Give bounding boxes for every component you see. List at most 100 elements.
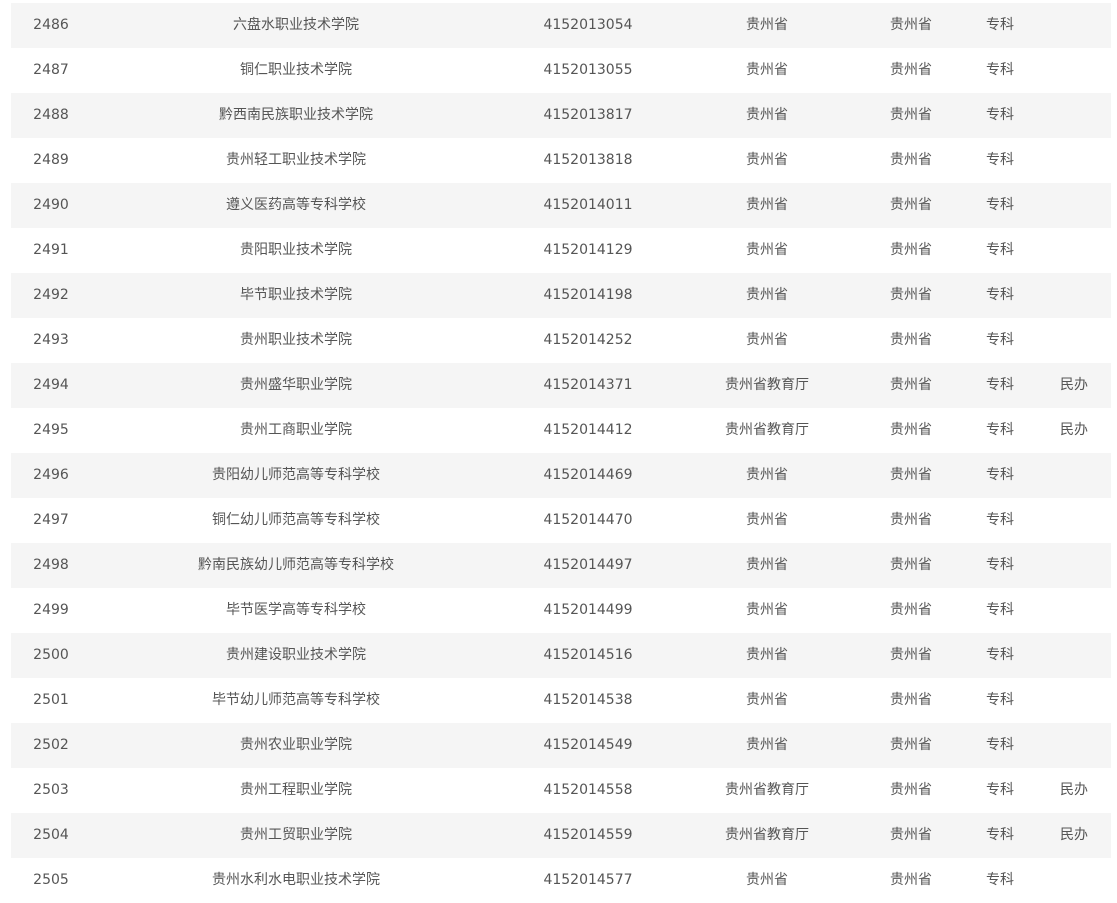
school-name: 六盘水职业技术学院 [233, 17, 359, 33]
authority: 贵州省 [746, 647, 788, 663]
school-code: 4152014516 [543, 647, 633, 663]
authority: 贵州省 [746, 692, 788, 708]
school-name: 贵阳幼儿师范高等专科学校 [212, 467, 380, 483]
school-name: 贵州工程职业学院 [240, 782, 352, 798]
table-row: 2503 贵州工程职业学院 4152014558 贵州省教育厅 贵州省 专科 民办 [11, 768, 1111, 813]
table-row: 2489 贵州轻工职业技术学院 4152013818 贵州省 贵州省 专科 [11, 138, 1111, 183]
location: 贵州省 [890, 827, 932, 843]
row-index: 2505 [33, 872, 69, 888]
authority: 贵州省 [746, 332, 788, 348]
school-table: 2486 六盘水职业技术学院 4152013054 贵州省 贵州省 专科 2487 铜仁职业技… [11, 3, 1111, 903]
remarks: 民办 [1060, 377, 1088, 393]
location: 贵州省 [890, 152, 932, 168]
authority: 贵州省 [746, 602, 788, 618]
school-code: 4152014558 [543, 782, 633, 798]
education-level: 专科 [986, 827, 1014, 843]
table-row: 2501 毕节幼儿师范高等专科学校 4152014538 贵州省 贵州省 专科 [11, 678, 1111, 723]
location: 贵州省 [890, 737, 932, 753]
school-code: 4152014577 [543, 872, 633, 888]
education-level: 专科 [986, 17, 1014, 33]
authority: 贵州省 [746, 737, 788, 753]
location: 贵州省 [890, 62, 932, 78]
authority: 贵州省教育厅 [725, 422, 809, 438]
location: 贵州省 [890, 197, 932, 213]
school-name: 贵州工商职业学院 [240, 422, 352, 438]
authority: 贵州省 [746, 107, 788, 123]
education-level: 专科 [986, 422, 1014, 438]
education-level: 专科 [986, 242, 1014, 258]
school-name: 贵州水利水电职业技术学院 [212, 872, 380, 888]
school-name: 铜仁职业技术学院 [240, 62, 352, 78]
authority: 贵州省 [746, 17, 788, 33]
row-index: 2503 [33, 782, 69, 798]
row-index: 2496 [33, 467, 69, 483]
location: 贵州省 [890, 377, 932, 393]
authority: 贵州省 [746, 287, 788, 303]
location: 贵州省 [890, 872, 932, 888]
table-row: 2505 贵州水利水电职业技术学院 4152014577 贵州省 贵州省 专科 [11, 858, 1111, 903]
location: 贵州省 [890, 242, 932, 258]
location: 贵州省 [890, 287, 932, 303]
location: 贵州省 [890, 467, 932, 483]
education-level: 专科 [986, 872, 1014, 888]
authority: 贵州省教育厅 [725, 782, 809, 798]
school-name: 黔西南民族职业技术学院 [219, 107, 373, 123]
authority: 贵州省 [746, 467, 788, 483]
row-index: 2494 [33, 377, 69, 393]
education-level: 专科 [986, 332, 1014, 348]
school-code: 4152014412 [543, 422, 633, 438]
table-row: 2496 贵阳幼儿师范高等专科学校 4152014469 贵州省 贵州省 专科 [11, 453, 1111, 498]
school-name: 贵州工贸职业学院 [240, 827, 352, 843]
authority: 贵州省 [746, 62, 788, 78]
education-level: 专科 [986, 782, 1014, 798]
location: 贵州省 [890, 512, 932, 528]
row-index: 2502 [33, 737, 69, 753]
location: 贵州省 [890, 647, 932, 663]
school-code: 4152013054 [543, 17, 633, 33]
row-index: 2498 [33, 557, 69, 573]
school-name: 毕节职业技术学院 [240, 287, 352, 303]
row-index: 2497 [33, 512, 69, 528]
school-name: 贵州农业职业学院 [240, 737, 352, 753]
school-code: 4152013817 [543, 107, 633, 123]
row-index: 2501 [33, 692, 69, 708]
school-code: 4152013818 [543, 152, 633, 168]
school-code: 4152014129 [543, 242, 633, 258]
school-name: 铜仁幼儿师范高等专科学校 [212, 512, 380, 528]
school-name: 毕节医学高等专科学校 [226, 602, 366, 618]
authority: 贵州省 [746, 512, 788, 528]
remarks: 民办 [1060, 827, 1088, 843]
location: 贵州省 [890, 557, 932, 573]
location: 贵州省 [890, 107, 932, 123]
authority: 贵州省 [746, 152, 788, 168]
table-row: 2486 六盘水职业技术学院 4152013054 贵州省 贵州省 专科 [11, 3, 1111, 48]
table-row: 2493 贵州职业技术学院 4152014252 贵州省 贵州省 专科 [11, 318, 1111, 363]
row-index: 2490 [33, 197, 69, 213]
school-code: 4152014252 [543, 332, 633, 348]
row-index: 2500 [33, 647, 69, 663]
location: 贵州省 [890, 332, 932, 348]
education-level: 专科 [986, 647, 1014, 663]
location: 贵州省 [890, 17, 932, 33]
school-code: 4152014559 [543, 827, 633, 843]
row-index: 2499 [33, 602, 69, 618]
school-name: 贵州职业技术学院 [240, 332, 352, 348]
school-code: 4152014198 [543, 287, 633, 303]
table-row: 2502 贵州农业职业学院 4152014549 贵州省 贵州省 专科 [11, 723, 1111, 768]
location: 贵州省 [890, 602, 932, 618]
table-row: 2494 贵州盛华职业学院 4152014371 贵州省教育厅 贵州省 专科 民办 [11, 363, 1111, 408]
education-level: 专科 [986, 467, 1014, 483]
school-name: 遵义医药高等专科学校 [226, 197, 366, 213]
authority: 贵州省 [746, 872, 788, 888]
remarks: 民办 [1060, 422, 1088, 438]
location: 贵州省 [890, 782, 932, 798]
row-index: 2489 [33, 152, 69, 168]
table-row: 2495 贵州工商职业学院 4152014412 贵州省教育厅 贵州省 专科 民办 [11, 408, 1111, 453]
row-index: 2486 [33, 17, 69, 33]
education-level: 专科 [986, 512, 1014, 528]
table-row: 2492 毕节职业技术学院 4152014198 贵州省 贵州省 专科 [11, 273, 1111, 318]
education-level: 专科 [986, 692, 1014, 708]
school-name: 贵州建设职业技术学院 [226, 647, 366, 663]
row-index: 2493 [33, 332, 69, 348]
school-code: 4152014011 [543, 197, 633, 213]
